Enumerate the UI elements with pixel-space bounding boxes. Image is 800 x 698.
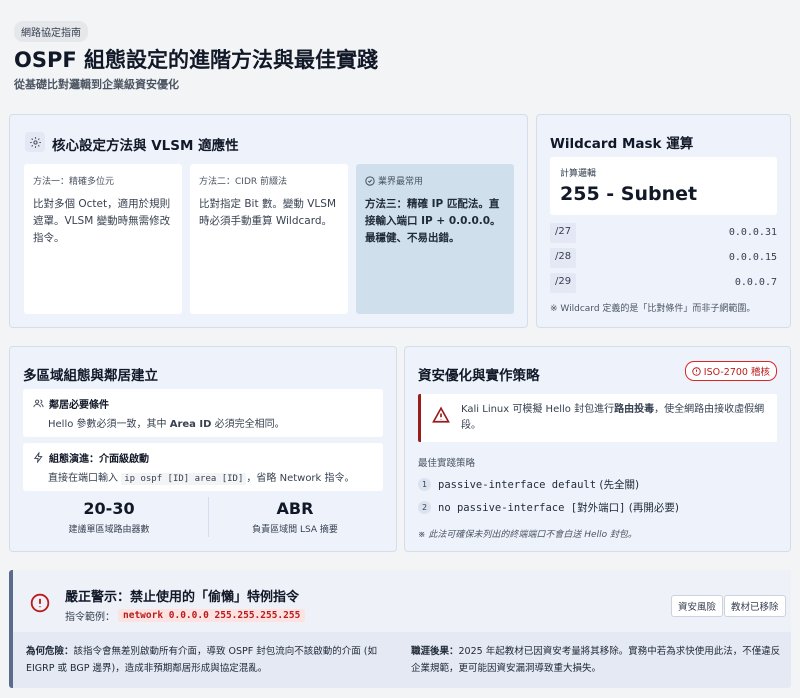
users-icon [33,399,44,408]
method-label-row: 業界最常用 [365,174,505,187]
warning-title: 嚴正警示：禁止使用的「偷懶」特例指令 [65,590,300,605]
method-card-2: 方法二：CIDR 前綴法 比對指定 Bit 數。變動 VLSM 時必須手動重算 … [190,164,348,314]
check-circle-icon [365,175,375,186]
warning-panel: 嚴正警示：禁止使用的「偷懶」特例指令 指令範例： network 0.0.0.0… [9,570,791,688]
method-text: 比對多個 Octet，適用於規則遮罩。VLSM 變動時無需修改指令。 [33,198,171,244]
poison-alert: Kali Linux 可模擬 Hello 封包進行路由投毒，使全網路由接收虛假網… [418,394,777,442]
practice-code: passive-interface default [438,479,597,491]
danger-text: 該指令會無差別啟動所有介面，導致 OSPF 封包流向不該啟動的介面 (如 EIG… [26,646,377,674]
stat-value: 20-30 [83,499,135,518]
practice-note: (再開必要) [625,502,679,514]
danger-label: 為何危險： [26,646,74,657]
mask: 0.0.0.31 [728,227,777,238]
wildcard-note: ※ Wildcard 定義的是「比對條件」而非子網範圍。 [550,304,756,314]
stat-desc: 負責區域間 LSA 摘要 [252,525,338,535]
example-label: 指令範例： [65,612,115,623]
method-card-1: 方法一：精確多位元 比對多個 Octet，適用於規則遮罩。VLSM 變動時無需修… [24,164,182,314]
alert-bold: 路由投毒 [614,404,655,415]
best-practice-note: ※ 此法可確保未列出的終端端口不會白送 Hello 封包。 [418,530,637,540]
method-label: 業界最常用 [378,177,424,187]
condition-text-end: ，省略 Network 指令。 [246,473,355,484]
condition-bold: Area ID [169,419,212,430]
career-explanation: 職涯後果：2025 年起教材已因資安考量將其移除。實務中若為求快使用此法，不僅違… [411,643,783,677]
best-practice-title: 最佳實踐策略 [418,458,476,469]
wildcard-row: /28 0.0.0.15 [550,248,777,268]
core-methods-card: 核心設定方法與 VLSM 適應性 方法一：精確多位元 比對多個 Octet，適用… [9,114,528,328]
stat-value: ABR [276,499,314,518]
alert-circle-icon [30,593,50,613]
practice-note: (先全關) [596,479,640,491]
stat-routers: 20-30 建議單區域路由器數 [24,499,194,535]
example-code: network 0.0.0.0 255.255.255.255 [118,609,306,622]
method-text: 方法三：精確 IP 匹配法。直接輸入端口 IP + 0.0.0.0。最穩健、不易… [365,198,501,244]
iso-badge-label: ISO-2700 稽核 [703,367,770,378]
iso-badge: ISO-2700 稽核 [684,361,777,381]
stat-divider [208,497,209,537]
method-label: 方法二：CIDR 前綴法 [199,177,287,187]
practice-code: no passive-interface [對外端口] [438,502,626,514]
best-practice-item: 2 no passive-interface [對外端口] (再開必要) [418,500,679,515]
stat-abr: ABR 負責區域間 LSA 摘要 [210,499,380,535]
interface-config-condition: 組態演進：介面級啟動 直接在端口輸入 ip ospf [ID] area [ID… [23,443,383,491]
warning-example: 指令範例： network 0.0.0.0 255.255.255.255 [65,608,306,623]
calc-box: 計算邏輯 255 - Subnet [550,157,777,215]
prefix: /28 [550,248,577,268]
career-label: 職涯後果： [411,646,459,657]
warning-triangle-icon [432,406,450,423]
danger-explanation: 為何危險：該指令會無差別啟動所有介面，導致 OSPF 封包流向不該啟動的介面 (… [26,643,386,677]
condition-text: Hello 參數必須一致，其中 [48,419,170,430]
step-number: 2 [418,501,431,514]
page-subtitle: 從基礎比對邏輯到企業級資安優化 [14,78,179,91]
method-card-3: 業界最常用 方法三：精確 IP 匹配法。直接輸入端口 IP + 0.0.0.0。… [356,164,514,314]
condition-title: 鄰居必要條件 [49,400,109,411]
multi-area-title: 多區域組態與鄰居建立 [23,368,158,384]
method-text: 比對指定 Bit 數。變動 VLSM 時必須手動重算 Wildcard。 [199,198,337,227]
mask: 0.0.0.7 [734,277,777,288]
wildcard-card: Wildcard Mask 運算 計算邏輯 255 - Subnet /27 0… [536,114,791,328]
multi-area-card: 多區域組態與鄰居建立 鄰居必要條件 Hello 參數必須一致，其中 Area I… [9,346,397,552]
prefix: /29 [550,273,577,293]
condition-title: 組態演進：介面級啟動 [49,454,149,465]
stat-desc: 建議單區域路由器數 [68,525,150,535]
risk-pill: 資安風險 [671,595,724,617]
core-methods-title: 核心設定方法與 VLSM 適應性 [52,138,239,154]
security-title: 資安優化與實作策略 [418,368,540,384]
career-text: 2025 年起教材已因資安考量將其移除。實務中若為求快使用此法，不僅違反企業規範… [411,646,781,674]
condition-text-end: 必須完全相同。 [211,419,285,430]
category-tag: 網路協定指南 [14,21,88,42]
alert-text: Kali Linux 可模擬 Hello 封包進行 [461,404,615,415]
warning-header: 嚴正警示：禁止使用的「偷懶」特例指令 指令範例： network 0.0.0.0… [13,570,791,632]
calc-label: 計算邏輯 [560,169,597,179]
gear-icon [25,132,45,152]
page-title: OSPF 組態設定的進階方法與最佳實踐 [14,48,379,72]
step-number: 1 [418,478,431,491]
wildcard-title: Wildcard Mask 運算 [550,136,694,152]
calc-value: 255 - Subnet [560,183,698,205]
condition-text: 直接在端口輸入 [48,473,122,484]
best-practice-item: 1 passive-interface default (先全關) [418,477,639,492]
alert-circle-icon [692,366,701,376]
lightning-icon [33,452,43,463]
method-label: 方法一：精確多位元 [33,177,115,187]
wildcard-row: /27 0.0.0.31 [550,223,777,243]
neighbor-condition: 鄰居必要條件 Hello 參數必須一致，其中 Area ID 必須完全相同。 [23,389,383,437]
wildcard-row: /29 0.0.0.7 [550,273,777,293]
security-card: 資安優化與實作策略 ISO-2700 稽核 Kali Linux 可模擬 Hel… [404,346,791,552]
removed-pill: 教材已移除 [724,595,786,617]
mask: 0.0.0.15 [728,252,777,263]
prefix: /27 [550,223,577,243]
inline-code: ip ospf [ID] area [ID] [121,473,247,485]
